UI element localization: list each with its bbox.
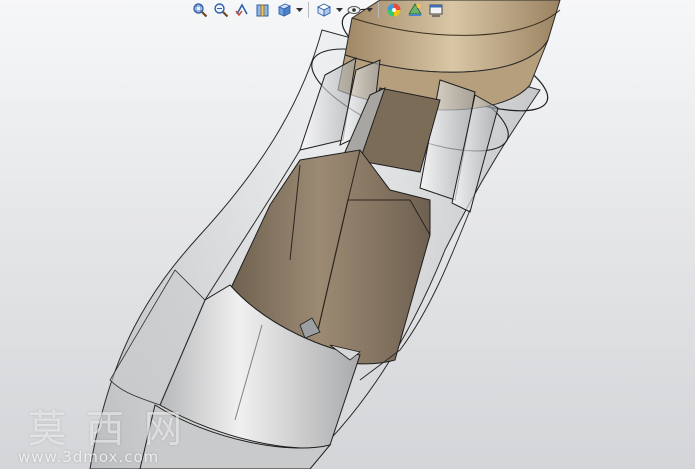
graphics-area[interactable]: 莫西网 www.3dmox.com <box>0 0 695 469</box>
hide-show-items-button[interactable] <box>344 0 364 20</box>
chevron-down-icon <box>365 7 373 12</box>
hide-show-items-icon <box>347 6 361 14</box>
toolbar-separator <box>308 2 309 18</box>
zoom-to-fit-icon <box>193 3 208 18</box>
section-view-button[interactable] <box>253 0 273 20</box>
apply-scene-button[interactable] <box>405 0 425 20</box>
display-style-button[interactable] <box>314 0 334 20</box>
view-orientation-button[interactable] <box>274 0 294 20</box>
display-style-icon <box>316 3 332 17</box>
3d-model-view[interactable] <box>0 0 695 469</box>
previous-view-button[interactable] <box>232 0 252 20</box>
heads-up-view-toolbar <box>190 0 446 20</box>
previous-view-icon <box>235 3 248 17</box>
toolbar-separator <box>378 2 379 18</box>
zoom-to-area-button[interactable] <box>211 0 231 20</box>
section-view-icon <box>256 4 269 17</box>
view-orientation-dropdown[interactable] <box>295 0 303 20</box>
edit-appearance-icon <box>387 3 401 17</box>
view-settings-button[interactable] <box>426 0 446 20</box>
chevron-down-icon <box>335 7 343 12</box>
edit-appearance-button[interactable] <box>384 0 404 20</box>
apply-scene-icon <box>408 3 422 16</box>
chevron-down-icon <box>295 7 303 12</box>
zoom-to-fit-button[interactable] <box>190 0 210 20</box>
view-orientation-icon <box>277 3 292 17</box>
hide-show-items-dropdown[interactable] <box>365 0 373 20</box>
zoom-to-area-icon <box>214 3 229 18</box>
display-style-dropdown[interactable] <box>335 0 343 20</box>
view-settings-icon <box>429 4 443 17</box>
